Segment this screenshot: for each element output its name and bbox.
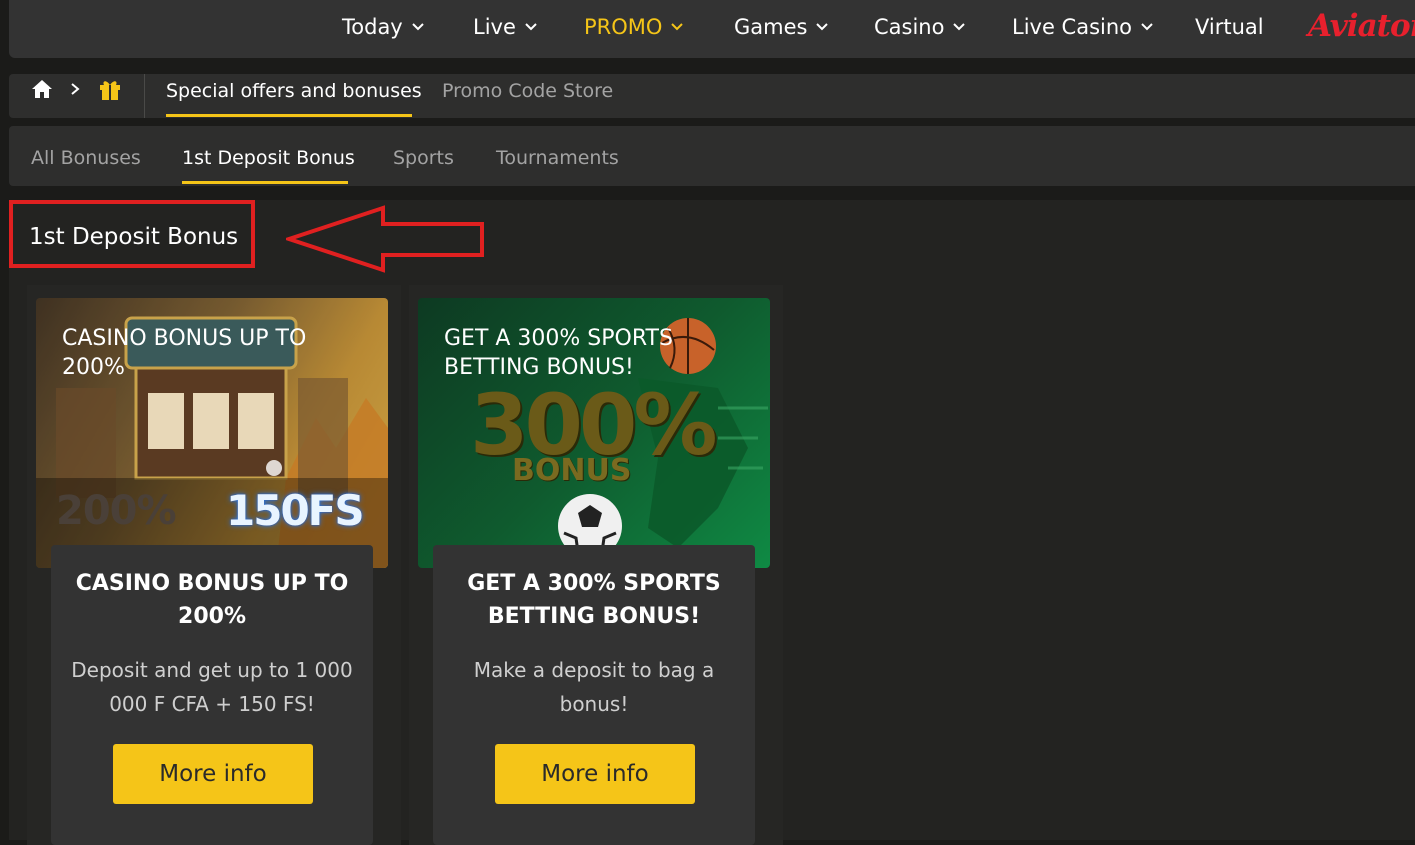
tab-promo-code-store[interactable]: Promo Code Store bbox=[442, 80, 613, 102]
card-info-casino: CASINO BONUS UP TO 200% Deposit and get … bbox=[51, 545, 373, 845]
card-description: Deposit and get up to 1 000 000 F CFA + … bbox=[71, 658, 353, 716]
home-icon[interactable] bbox=[30, 78, 54, 100]
card-image-sub-text: BONUS bbox=[512, 453, 632, 488]
nav-promo[interactable]: PROMO bbox=[584, 15, 684, 39]
tab-sports[interactable]: Sports bbox=[393, 147, 454, 169]
active-tab-indicator bbox=[166, 114, 412, 117]
card-title: GET A 300% SPORTS BETTING BONUS! bbox=[467, 571, 721, 629]
card-info-sports: GET A 300% SPORTS BETTING BONUS! Make a … bbox=[433, 545, 755, 845]
card-image-title: CASINO BONUS UP TO 200% bbox=[62, 326, 307, 380]
chevron-down-icon bbox=[525, 23, 537, 31]
card-image-title: GET A 300% SPORTS BETTING BONUS! bbox=[444, 326, 673, 380]
sports-bonus-image[interactable]: GET A 300% SPORTS BETTING BONUS! 300% BO… bbox=[418, 298, 770, 568]
chevron-down-icon bbox=[953, 23, 966, 31]
tab-1st-deposit-bonus[interactable]: 1st Deposit Bonus bbox=[182, 147, 355, 169]
tab-tournaments[interactable]: Tournaments bbox=[496, 147, 619, 169]
gift-icon[interactable] bbox=[98, 77, 122, 101]
card-description: Make a deposit to bag a bonus! bbox=[473, 658, 715, 716]
more-info-button[interactable]: More info bbox=[495, 744, 695, 804]
nav-live-casino[interactable]: Live Casino bbox=[1012, 15, 1154, 39]
card-image-badge-right: 150FS bbox=[226, 486, 365, 535]
annotation-arrow-icon bbox=[286, 205, 484, 273]
active-category-indicator bbox=[182, 181, 348, 184]
aviator-logo[interactable]: Aviator bbox=[1308, 8, 1415, 44]
nav-today[interactable]: Today bbox=[342, 15, 425, 39]
more-info-button[interactable]: More info bbox=[113, 744, 313, 804]
chevron-down-icon bbox=[1141, 23, 1153, 31]
chevron-down-icon bbox=[671, 23, 684, 31]
casino-bonus-image[interactable]: CASINO BONUS UP TO 200% 200% 150FS bbox=[36, 298, 388, 568]
nav-casino[interactable]: Casino bbox=[874, 15, 966, 39]
nav-virtual[interactable]: Virtual bbox=[1195, 15, 1264, 39]
card-title: CASINO BONUS UP TO 200% bbox=[75, 571, 349, 629]
chevron-down-icon bbox=[816, 23, 829, 31]
tab-special-offers[interactable]: Special offers and bonuses bbox=[166, 80, 422, 102]
divider bbox=[144, 74, 145, 118]
annotation-box bbox=[9, 200, 255, 268]
chevron-right-icon bbox=[71, 83, 80, 95]
nav-live[interactable]: Live bbox=[473, 15, 538, 39]
chevron-down-icon bbox=[412, 23, 424, 31]
tab-all-bonuses[interactable]: All Bonuses bbox=[31, 147, 141, 169]
card-image-badge-left: 200% bbox=[56, 488, 177, 534]
nav-games[interactable]: Games bbox=[734, 15, 829, 39]
